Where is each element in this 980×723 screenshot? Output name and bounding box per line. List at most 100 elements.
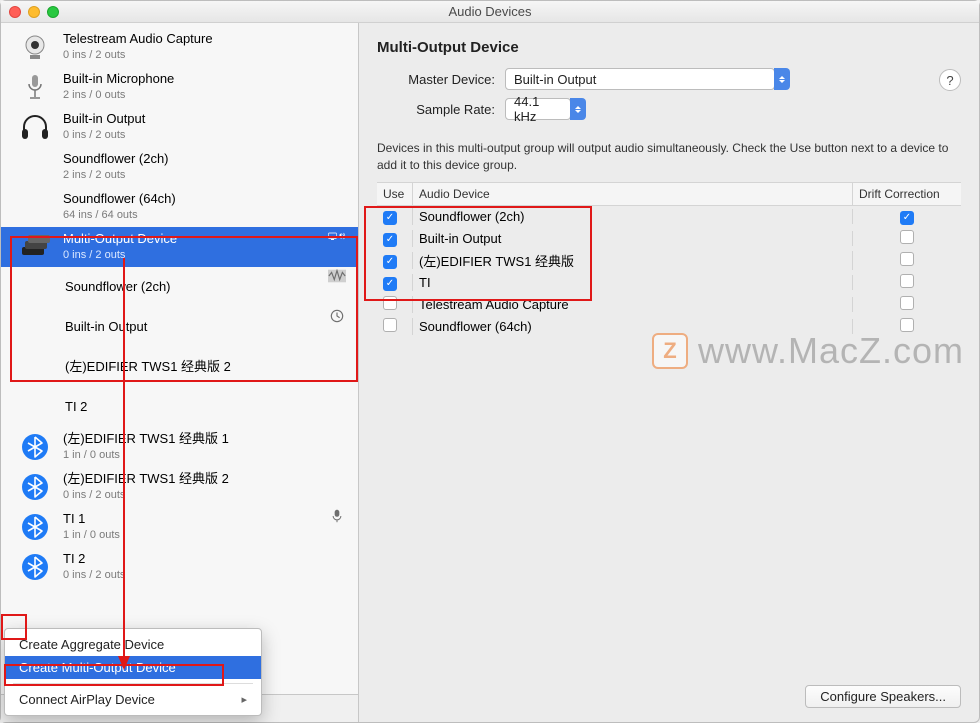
drift-checkbox[interactable] <box>900 274 914 288</box>
device-io-label: 0 ins / 2 outs <box>63 248 328 262</box>
menu-separator <box>13 683 253 684</box>
device-table-row[interactable]: Soundflower (2ch) <box>377 206 961 228</box>
sample-rate-value: 44.1 kHz <box>505 98 571 120</box>
indicator-icon <box>328 509 352 523</box>
window-body: Telestream Audio Capture0 ins / 2 outsBu… <box>1 23 979 722</box>
use-checkbox[interactable] <box>383 211 397 225</box>
device-io-label: 1 in / 0 outs <box>63 448 352 462</box>
window-title: Audio Devices <box>1 4 979 19</box>
select-arrow-icon <box>570 98 586 120</box>
device-io-label: 0 ins / 2 outs <box>63 48 352 62</box>
device-icon <box>17 29 53 65</box>
close-window-button[interactable] <box>9 6 21 18</box>
device-table-row[interactable]: (左)EDIFIER TWS1 经典版 <box>377 250 961 272</box>
device-item[interactable]: Soundflower (2ch)2 ins / 2 outs <box>1 147 358 187</box>
device-list[interactable]: Telestream Audio Capture0 ins / 2 outsBu… <box>1 23 358 694</box>
use-checkbox[interactable] <box>383 318 397 332</box>
device-name: (左)EDIFIER TWS1 经典版 2 <box>63 471 352 488</box>
minimize-window-button[interactable] <box>28 6 40 18</box>
configure-speakers-button[interactable]: Configure Speakers... <box>805 685 961 708</box>
sample-rate-label: Sample Rate: <box>377 102 495 117</box>
device-item[interactable]: Built-in Microphone2 ins / 0 outs <box>1 67 358 107</box>
device-name: TI 2 <box>63 551 352 568</box>
device-table-header: Use Audio Device Drift Correction <box>377 182 961 206</box>
device-item[interactable]: (左)EDIFIER TWS1 经典版 20 ins / 2 outs <box>1 467 358 507</box>
device-io-label: 0 ins / 2 outs <box>63 128 352 142</box>
device-table-row[interactable]: TI <box>377 272 961 294</box>
device-subitem[interactable]: TI 2 <box>1 387 358 427</box>
device-item[interactable]: TI 11 in / 0 outs <box>1 507 358 547</box>
device-io-label: 2 ins / 2 outs <box>63 168 352 182</box>
device-name: Multi-Output Device <box>63 231 328 248</box>
device-item[interactable]: Built-in Output0 ins / 2 outs <box>1 107 358 147</box>
device-table-row[interactable]: Built-in Output <box>377 228 961 250</box>
zoom-window-button[interactable] <box>47 6 59 18</box>
device-subitem[interactable]: Built-in Output <box>1 307 358 347</box>
col-drift[interactable]: Drift Correction <box>853 183 961 205</box>
drift-checkbox[interactable] <box>900 211 914 225</box>
menu-item[interactable]: Connect AirPlay Device▸ <box>5 688 261 711</box>
device-item[interactable]: TI 20 ins / 2 outs <box>1 547 358 587</box>
drift-checkbox[interactable] <box>900 230 914 244</box>
device-item[interactable]: (左)EDIFIER TWS1 经典版 11 in / 0 outs <box>1 427 358 467</box>
menu-item-label: Create Multi-Output Device <box>19 660 176 675</box>
sample-rate-select[interactable]: 44.1 kHz <box>505 98 586 120</box>
device-name: Built-in Microphone <box>63 71 352 88</box>
device-table-body: Soundflower (2ch) Built-in Output (左)EDIFI… <box>377 206 961 338</box>
use-checkbox[interactable] <box>383 277 397 291</box>
device-icon <box>17 469 53 505</box>
device-name: Soundflower (2ch) <box>65 279 328 296</box>
drift-checkbox[interactable] <box>900 318 914 332</box>
device-io-label: 0 ins / 2 outs <box>63 488 352 502</box>
device-table-row[interactable]: Telestream Audio Capture <box>377 294 961 316</box>
device-name: TI 1 <box>63 511 328 528</box>
use-checkbox[interactable] <box>383 296 397 310</box>
device-name: Telestream Audio Capture <box>63 31 352 48</box>
device-name: TI 2 <box>65 399 352 416</box>
add-device-menu[interactable]: Create Aggregate Device Create Multi-Outp… <box>4 628 262 716</box>
drift-checkbox[interactable] <box>900 252 914 266</box>
master-device-label: Master Device: <box>377 72 495 87</box>
device-icon <box>17 549 53 585</box>
drift-checkbox[interactable] <box>900 296 914 310</box>
device-item[interactable]: Telestream Audio Capture0 ins / 2 outs <box>1 27 358 67</box>
device-io-label: 1 in / 0 outs <box>63 528 328 542</box>
device-name: (左)EDIFIER TWS1 经典版 2 <box>65 359 352 376</box>
indicator-icon <box>328 309 352 323</box>
master-device-select[interactable]: Built-in Output <box>505 68 790 90</box>
col-audio-device[interactable]: Audio Device <box>413 183 853 205</box>
menu-item-label: Create Aggregate Device <box>19 637 164 652</box>
device-item[interactable]: Soundflower (64ch)64 ins / 64 outs <box>1 187 358 227</box>
device-cell: Built-in Output <box>413 231 853 246</box>
menu-item[interactable]: Create Multi-Output Device <box>5 656 261 679</box>
menu-item-label: Connect AirPlay Device <box>19 692 155 707</box>
select-arrow-icon <box>774 68 790 90</box>
device-icon <box>17 429 53 465</box>
titlebar: Audio Devices <box>1 1 979 23</box>
audio-midi-window: Audio Devices Telestream Audio Capture0 … <box>0 0 980 723</box>
output-indicator-icon <box>328 229 352 243</box>
master-device-row: Master Device: Built-in Output <box>377 68 961 90</box>
device-cell: Soundflower (64ch) <box>413 319 853 334</box>
device-subitem[interactable]: Soundflower (2ch) <box>1 267 358 307</box>
device-subitem[interactable]: (左)EDIFIER TWS1 经典版 2 <box>1 347 358 387</box>
detail-heading: Multi-Output Device <box>377 39 961 56</box>
use-checkbox[interactable] <box>383 255 397 269</box>
device-item[interactable]: Multi-Output Device0 ins / 2 outs <box>1 227 358 267</box>
menu-item[interactable]: Create Aggregate Device <box>5 633 261 656</box>
sample-rate-row: Sample Rate: 44.1 kHz <box>377 98 961 120</box>
col-use[interactable]: Use <box>377 183 413 205</box>
device-name: (左)EDIFIER TWS1 经典版 1 <box>63 431 352 448</box>
window-controls <box>9 6 59 18</box>
device-name: Soundflower (64ch) <box>63 191 352 208</box>
device-sidebar: Telestream Audio Capture0 ins / 2 outsBu… <box>1 23 359 722</box>
master-device-value: Built-in Output <box>505 68 775 90</box>
device-icon <box>17 509 53 545</box>
use-checkbox[interactable] <box>383 233 397 247</box>
device-icon <box>17 69 53 105</box>
device-io-label: 2 ins / 0 outs <box>63 88 352 102</box>
device-cell: (左)EDIFIER TWS1 经典版 <box>413 251 853 270</box>
help-button[interactable]: ? <box>939 69 961 91</box>
hint-text: Devices in this multi-output group will … <box>377 140 961 174</box>
device-table-row[interactable]: Soundflower (64ch) <box>377 316 961 338</box>
